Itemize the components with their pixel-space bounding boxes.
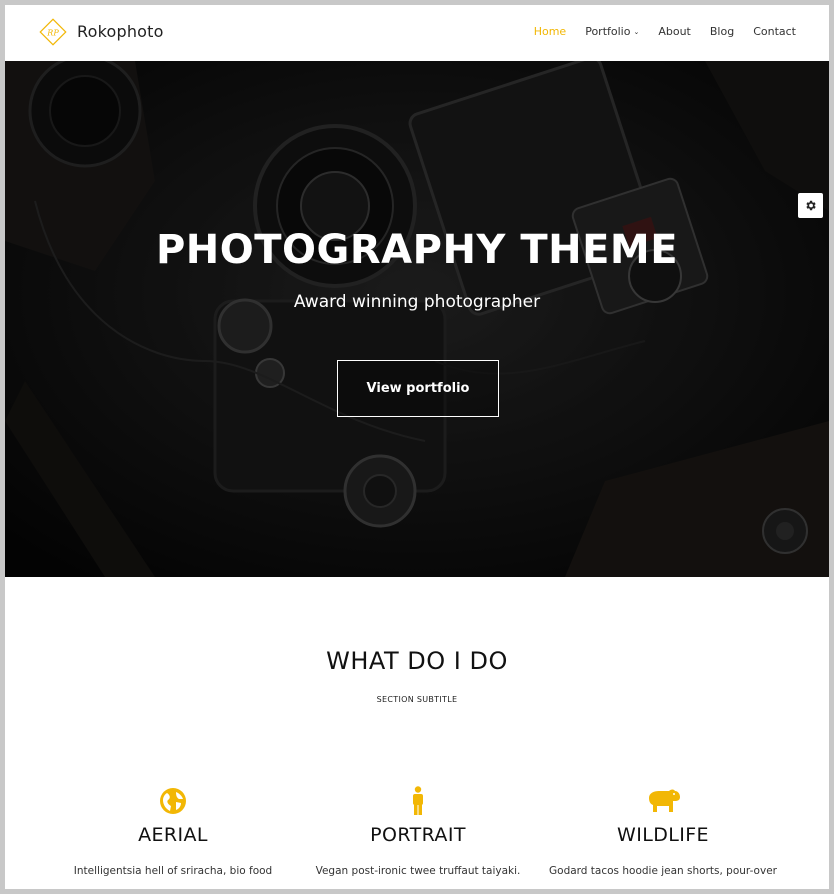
service-name: AERIAL bbox=[138, 824, 208, 846]
page-frame: RP Rokophoto Home Portfolio ⌄ About Blog… bbox=[5, 5, 829, 889]
settings-toggle-button[interactable] bbox=[798, 193, 823, 218]
service-aerial: AERIAL Intelligentsia hell of sriracha, … bbox=[43, 785, 303, 877]
main-nav: Home Portfolio ⌄ About Blog Contact bbox=[515, 25, 796, 38]
service-desc: Godard tacos hoodie jean shorts, pour-ov… bbox=[549, 865, 777, 877]
service-desc: Intelligentsia hell of sriracha, bio foo… bbox=[73, 865, 273, 877]
nav-home-label: Home bbox=[533, 25, 567, 38]
service-name: PORTRAIT bbox=[370, 824, 466, 846]
brand-name[interactable]: Rokophoto bbox=[77, 22, 164, 41]
section-title: WHAT DO I DO bbox=[326, 647, 508, 675]
nav-about-label: About bbox=[658, 25, 691, 38]
service-desc: Vegan post-ironic twee truffaut taiyaki. bbox=[315, 865, 521, 877]
globe-icon bbox=[43, 785, 303, 817]
nav-portfolio-label: Portfolio bbox=[585, 25, 631, 38]
nav-blog-label: Blog bbox=[709, 25, 735, 38]
person-icon bbox=[288, 785, 548, 817]
service-name: WILDLIFE bbox=[617, 824, 709, 846]
rp-diamond-logo[interactable]: RP bbox=[38, 17, 68, 47]
site-header: RP Rokophoto Home Portfolio ⌄ About Blog… bbox=[5, 5, 829, 61]
hero-title: PHOTOGRAPHY THEME bbox=[155, 227, 679, 273]
nav-home[interactable]: Home bbox=[534, 25, 566, 38]
chevron-down-icon: ⌄ bbox=[633, 27, 640, 36]
service-portrait: PORTRAIT Vegan post-ironic twee truffaut… bbox=[288, 785, 548, 877]
nav-blog[interactable]: Blog bbox=[710, 25, 734, 38]
svg-text:RP: RP bbox=[46, 29, 59, 38]
nav-about[interactable]: About bbox=[658, 25, 691, 38]
nav-contact[interactable]: Contact bbox=[753, 25, 796, 38]
view-portfolio-button[interactable]: View portfolio bbox=[337, 360, 499, 417]
service-wildlife: WILDLIFE Godard tacos hoodie jean shorts… bbox=[533, 785, 793, 877]
nav-portfolio[interactable]: Portfolio ⌄ bbox=[585, 25, 639, 38]
hero-background-image bbox=[5, 61, 829, 577]
section-subtitle: SECTION SUBTITLE bbox=[376, 695, 458, 704]
gear-icon bbox=[806, 200, 816, 211]
hero-subtitle: Award winning photographer bbox=[293, 292, 541, 312]
hippo-icon bbox=[533, 785, 793, 817]
hero-banner: PHOTOGRAPHY THEME Award winning photogra… bbox=[5, 61, 829, 577]
nav-contact-label: Contact bbox=[753, 25, 796, 38]
